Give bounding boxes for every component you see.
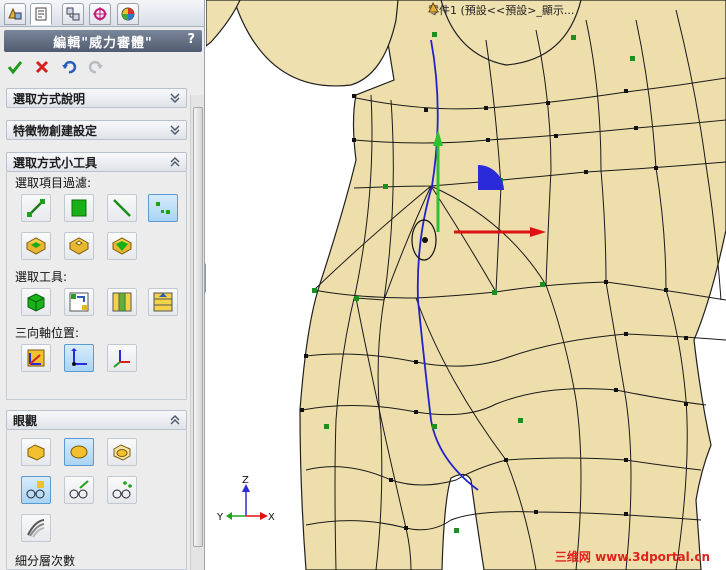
graphics-viewport[interactable]: Z X Y 零件1 (預設<<預設>_顯示... 三维网 www.3dporta… [206,0,726,570]
tab-feature-tree[interactable] [4,3,26,25]
display-manager-icon [121,7,135,21]
model-left-breast[interactable] [233,0,399,87]
group-feature-creation-label: 特徵物創建設定 [13,123,98,138]
display-select-edges-button[interactable] [64,476,94,504]
subdivision-icon [27,519,45,538]
axis-x-label: X [268,512,275,523]
filter-vertices-icon [156,202,170,214]
group-display-label: 眼觀 [13,413,38,428]
smooth-body-icon [70,445,88,459]
panel-title: 編輯"威力審體" [53,35,153,51]
select-tool-box-button[interactable] [21,288,51,316]
filter-faces-icon [71,199,87,217]
checkmark-icon [7,61,23,75]
panel-scrollbar[interactable] [190,95,204,570]
display-body: 細分層次數 [6,430,187,570]
triad-position-world-button[interactable] [107,344,137,372]
configuration-icon [66,7,80,21]
redo-icon [88,60,103,74]
close-icon [35,60,49,74]
chevron-up-icon [170,157,180,167]
loop-select-icon [25,237,47,255]
group-selection-help-label: 選取方式說明 [13,91,86,106]
redo-button[interactable] [87,58,105,76]
undo-icon [62,60,77,74]
scrollbar-thumb[interactable] [193,107,203,547]
group-selection-tools[interactable]: 選取方式小工具 [6,152,187,172]
grid-transfer-icon [69,292,89,312]
display-wire-cage-button[interactable] [107,438,137,466]
feature-tree-icon [8,7,22,20]
chevron-down-icon [170,125,180,135]
filter-lines-button[interactable] [107,194,137,222]
axis-y-label: Y [216,512,224,523]
triad-position-selection-button[interactable] [21,344,51,372]
undo-button[interactable] [60,58,78,76]
panel-title-bar: 編輯"威力審體" ? [4,30,202,52]
display-shaded-box-button[interactable] [21,438,51,466]
triad-world-icon [113,350,130,368]
chevron-down-icon [170,93,180,103]
model-arm[interactable] [206,0,241,47]
ring-select-icon [68,237,90,255]
select-loop-button[interactable] [21,232,51,260]
filter-vertices-button[interactable] [148,194,178,222]
cube-icon [27,293,45,312]
select-tool-transfer-button[interactable] [64,288,94,316]
orientation-axes: Z X Y [216,475,275,523]
group-selection-tools-label: 選取方式小工具 [13,155,98,170]
row-select-icon [153,292,173,312]
tools-label: 選取工具: [15,270,68,284]
group-display[interactable]: 眼觀 [6,410,187,430]
display-smooth-button[interactable] [64,438,94,466]
display-select-points-button[interactable] [107,476,137,504]
filter-edges-button[interactable] [21,194,51,222]
cancel-button[interactable] [33,58,51,76]
display-select-vertices-button[interactable] [21,476,51,504]
tab-configuration-manager[interactable] [62,3,84,25]
chevron-up-icon [170,415,180,425]
selection-tools-body: 選取項目過濾: 選取工具: 三向軸位置: [6,172,187,400]
tab-dimxpert[interactable] [89,3,111,25]
tab-display-manager[interactable] [117,3,139,25]
manager-tabs [0,0,204,27]
model-view[interactable]: Z X Y [206,0,726,570]
wire-cage-icon [113,444,131,461]
property-manager-icon [35,7,47,21]
group-selection-help[interactable]: 選取方式說明 [6,88,187,108]
select-grow-button[interactable] [107,232,137,260]
property-manager-panel: 編輯"威力審體" ? 選取方式說明 特徵物創建設定 選取方式小工具 選取項目過濾… [0,0,205,570]
glasses-edge-icon [69,480,89,499]
triad-center-icon [71,348,87,366]
triad-on-selection-icon [27,349,45,367]
grow-select-icon [111,237,133,255]
filter-edges-icon [27,199,45,217]
action-buttons [6,57,105,77]
document-title: 零件1 (預設<<預設>_顯示... [428,4,575,17]
select-ring-button[interactable] [64,232,94,260]
ok-button[interactable] [6,58,24,76]
shaded-cage-icon [27,444,45,461]
help-button[interactable]: ? [187,32,196,47]
filter-label: 選取項目過濾: [15,176,92,190]
document-breadcrumb[interactable]: 零件1 (預設<<預設>_顯示... [428,2,574,18]
subdivision-label: 細分層次數 [15,554,76,568]
dimxpert-icon [93,7,107,21]
tab-property-manager[interactable] [30,3,52,25]
filter-faces-button[interactable] [64,194,94,222]
select-tool-columns-button[interactable] [107,288,137,316]
subdivision-level-button[interactable] [21,514,51,542]
filter-lines-icon [113,199,131,217]
part-icon [428,2,439,13]
select-tool-rows-button[interactable] [148,288,178,316]
watermark-text: 三维网 www.3dportal.cn [554,550,710,564]
glasses-points-icon [112,481,132,499]
triad-position-center-button[interactable] [64,344,94,372]
triad-label: 三向軸位置: [15,326,80,340]
column-select-icon [112,292,132,312]
axis-z-label: Z [242,475,249,486]
group-feature-creation[interactable]: 特徵物創建設定 [6,120,187,140]
glasses-vertex-icon [26,481,45,499]
